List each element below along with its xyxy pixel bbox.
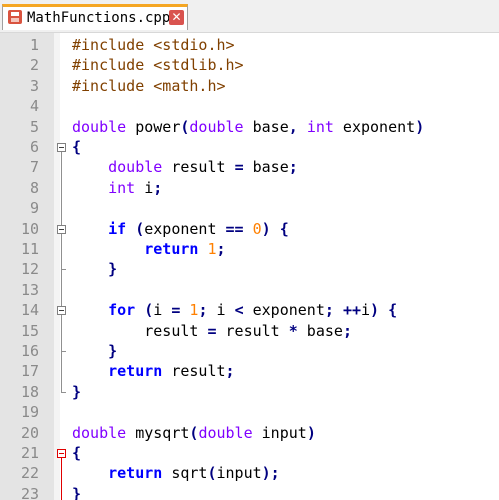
fold-toggle-icon[interactable]	[57, 306, 66, 316]
tab-title: MathFunctions.cpp	[27, 10, 171, 26]
code-text[interactable]: for (i = 1; i < exponent; ++i) {	[72, 300, 397, 320]
line-number: 16	[20, 342, 39, 360]
fold-tick	[61, 269, 66, 271]
code-text[interactable]: if (exponent == 0) {	[72, 219, 289, 239]
code-text[interactable]: int i;	[72, 178, 162, 198]
line-number: 9	[29, 199, 39, 218]
code-text[interactable]: double mysqrt(double input)	[72, 423, 316, 443]
line-number: 23	[20, 484, 39, 500]
code-line[interactable]: 16 }	[0, 341, 499, 361]
line-number: 17	[20, 362, 39, 381]
line-number: 3	[29, 76, 39, 95]
line-number: 11	[20, 240, 39, 258]
code-line[interactable]: 17 return result;	[0, 361, 499, 381]
code-text[interactable]: #include <stdio.h>	[72, 35, 235, 55]
line-number: 5	[29, 117, 39, 136]
code-line[interactable]: 5 double power(double base, int exponent)	[0, 117, 499, 137]
code-line[interactable]: 18}	[0, 382, 499, 402]
line-number: 21	[20, 444, 39, 462]
code-line[interactable]: 1 #include <stdio.h>	[0, 35, 499, 55]
code-line[interactable]: 11 return 1;	[0, 239, 499, 259]
code-line[interactable]: 20 double mysqrt(double input)	[0, 423, 499, 443]
fold-toggle-icon[interactable]	[57, 449, 66, 458]
code-line[interactable]: 2 #include <stdlib.h>	[0, 55, 499, 75]
code-line[interactable]: 19	[0, 402, 499, 422]
code-line[interactable]: 15 result = result * base;	[0, 321, 499, 341]
line-number: 13	[20, 280, 39, 299]
code-line[interactable]: 13	[0, 280, 499, 300]
code-line[interactable]: 22 return sqrt(input);	[0, 463, 499, 483]
line-number: 19	[20, 403, 39, 422]
code-line[interactable]: 14 for (i = 1; i < exponent; ++i) {	[0, 300, 499, 320]
code-text[interactable]: return 1;	[72, 239, 225, 259]
line-number: 20	[20, 423, 39, 442]
code-line[interactable]: 6{	[0, 137, 499, 157]
line-number: 22	[20, 464, 39, 483]
line-number: 4	[29, 97, 39, 116]
fold-toggle-icon[interactable]	[57, 143, 66, 152]
code-text[interactable]: }	[72, 259, 117, 279]
code-text[interactable]: #include <math.h>	[72, 76, 226, 96]
code-line[interactable]: 23}	[0, 484, 499, 500]
file-tab[interactable]: MathFunctions.cpp ✕	[2, 4, 188, 30]
line-number: 7	[29, 158, 39, 177]
line-number: 2	[29, 56, 39, 75]
code-text[interactable]: {	[72, 137, 81, 157]
code-line[interactable]: 8 int i;	[0, 178, 499, 198]
line-number: 8	[29, 178, 39, 197]
fold-line	[61, 458, 62, 500]
line-number: 15	[20, 321, 39, 340]
fold-tick	[61, 351, 66, 352]
code-text[interactable]: double result = base;	[72, 157, 298, 177]
line-number: 18	[20, 382, 39, 401]
line-number: 14	[20, 301, 39, 320]
code-text[interactable]: result = result * base;	[72, 321, 352, 341]
code-text[interactable]: return result;	[72, 361, 234, 381]
code-line[interactable]: 12 }	[0, 259, 499, 279]
code-text[interactable]: }	[72, 484, 81, 500]
code-line[interactable]: 21 {	[0, 443, 499, 463]
code-line[interactable]: 9	[0, 198, 499, 218]
line-number: 1	[29, 36, 39, 54]
code-editor[interactable]: 1 #include <stdio.h> 2 #include <stdlib.h> 3…	[0, 33, 499, 500]
fold-toggle-icon[interactable]	[57, 224, 66, 234]
line-number: 10	[20, 219, 39, 238]
close-tab-icon[interactable]: ✕	[169, 10, 184, 25]
code-text[interactable]: {	[72, 443, 81, 463]
save-disk-icon	[8, 10, 22, 24]
code-text[interactable]: }	[72, 382, 81, 402]
code-text[interactable]: double power(double base, int exponent)	[72, 117, 424, 137]
code-text[interactable]: return sqrt(input);	[72, 463, 280, 483]
code-line[interactable]: 3 #include <math.h>	[0, 76, 499, 96]
code-line[interactable]: 4	[0, 96, 499, 116]
code-text[interactable]: #include <stdlib.h>	[72, 55, 244, 75]
line-number: 12	[20, 260, 39, 279]
code-text[interactable]: }	[72, 341, 117, 361]
code-line[interactable]: 10 if (exponent == 0) {	[0, 219, 499, 239]
fold-end-marker	[61, 387, 66, 393]
code-line[interactable]: 7 double result = base;	[0, 157, 499, 177]
line-number: 6	[29, 138, 39, 156]
tab-bar: MathFunctions.cpp ✕	[0, 0, 499, 33]
